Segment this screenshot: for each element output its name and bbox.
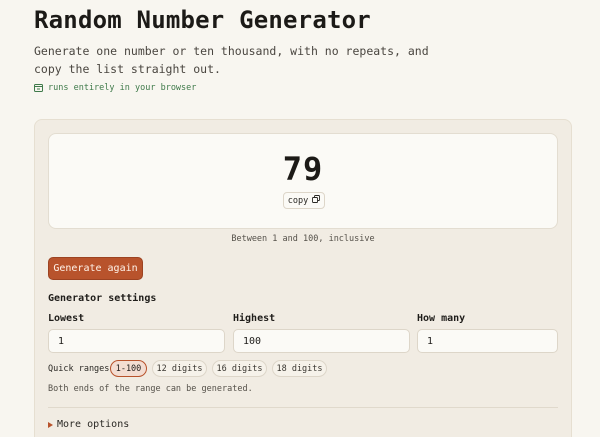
more-options-toggle[interactable]: More options xyxy=(48,419,129,430)
page-subtitle: Generate one number or ten thousand, wit… xyxy=(34,44,429,76)
result-number: 79 xyxy=(282,150,324,188)
copy-label: copy xyxy=(287,195,309,206)
browser-note: runs entirely in your browser xyxy=(34,83,196,93)
quick-range-1-100[interactable]: 1-100 xyxy=(110,360,147,377)
divider xyxy=(48,407,558,408)
page-title: Random Number Generator xyxy=(34,6,371,34)
generate-again-button[interactable]: Generate again xyxy=(48,257,143,280)
quick-range-16-digits[interactable]: 16 digits xyxy=(212,360,267,377)
copy-button[interactable]: copy xyxy=(283,192,325,209)
generator-card: 79 copy Between 1 and 100, inclusive Gen… xyxy=(34,119,572,437)
caret-right-icon xyxy=(48,421,53,428)
browser-note-text: runs entirely in your browser xyxy=(48,83,197,93)
highest-input[interactable]: 100 xyxy=(233,329,410,353)
copy-icon xyxy=(312,195,321,206)
quick-range-12-digits[interactable]: 12 digits xyxy=(152,360,207,377)
more-options-label: More options xyxy=(57,419,130,430)
lowest-label: Lowest xyxy=(48,313,85,324)
how-many-label: How many xyxy=(417,313,466,324)
quick-range-18-digits[interactable]: 18 digits xyxy=(272,360,327,377)
browser-icon xyxy=(34,84,43,92)
quick-ranges-label: Quick ranges xyxy=(48,364,110,374)
range-description: Between 1 and 100, inclusive xyxy=(231,234,375,244)
how-many-input[interactable]: 1 xyxy=(417,329,558,353)
highest-label: Highest xyxy=(233,313,276,324)
result-box: 79 copy xyxy=(48,133,558,229)
lowest-input[interactable]: 1 xyxy=(48,329,225,353)
settings-heading: Generator settings xyxy=(48,293,157,304)
range-ends-note: Both ends of the range can be generated. xyxy=(48,384,253,394)
